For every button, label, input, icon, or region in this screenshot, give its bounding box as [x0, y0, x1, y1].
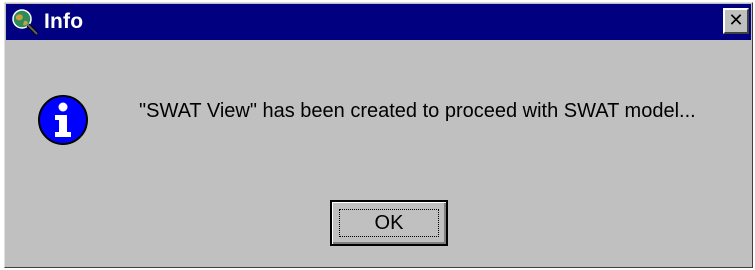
window-title: Info	[44, 10, 84, 33]
ok-button-label: OK	[374, 211, 404, 234]
close-button[interactable]: ✕	[723, 8, 749, 34]
globe-magnifier-icon	[10, 7, 40, 37]
info-dialog: Info ✕ "SWAT View" has been created to p…	[4, 2, 753, 268]
dialog-message: "SWAT View" has been created to proceed …	[139, 100, 696, 122]
title-bar[interactable]: Info ✕	[6, 4, 751, 40]
info-icon	[37, 94, 89, 146]
ok-button[interactable]: OK	[330, 200, 448, 246]
